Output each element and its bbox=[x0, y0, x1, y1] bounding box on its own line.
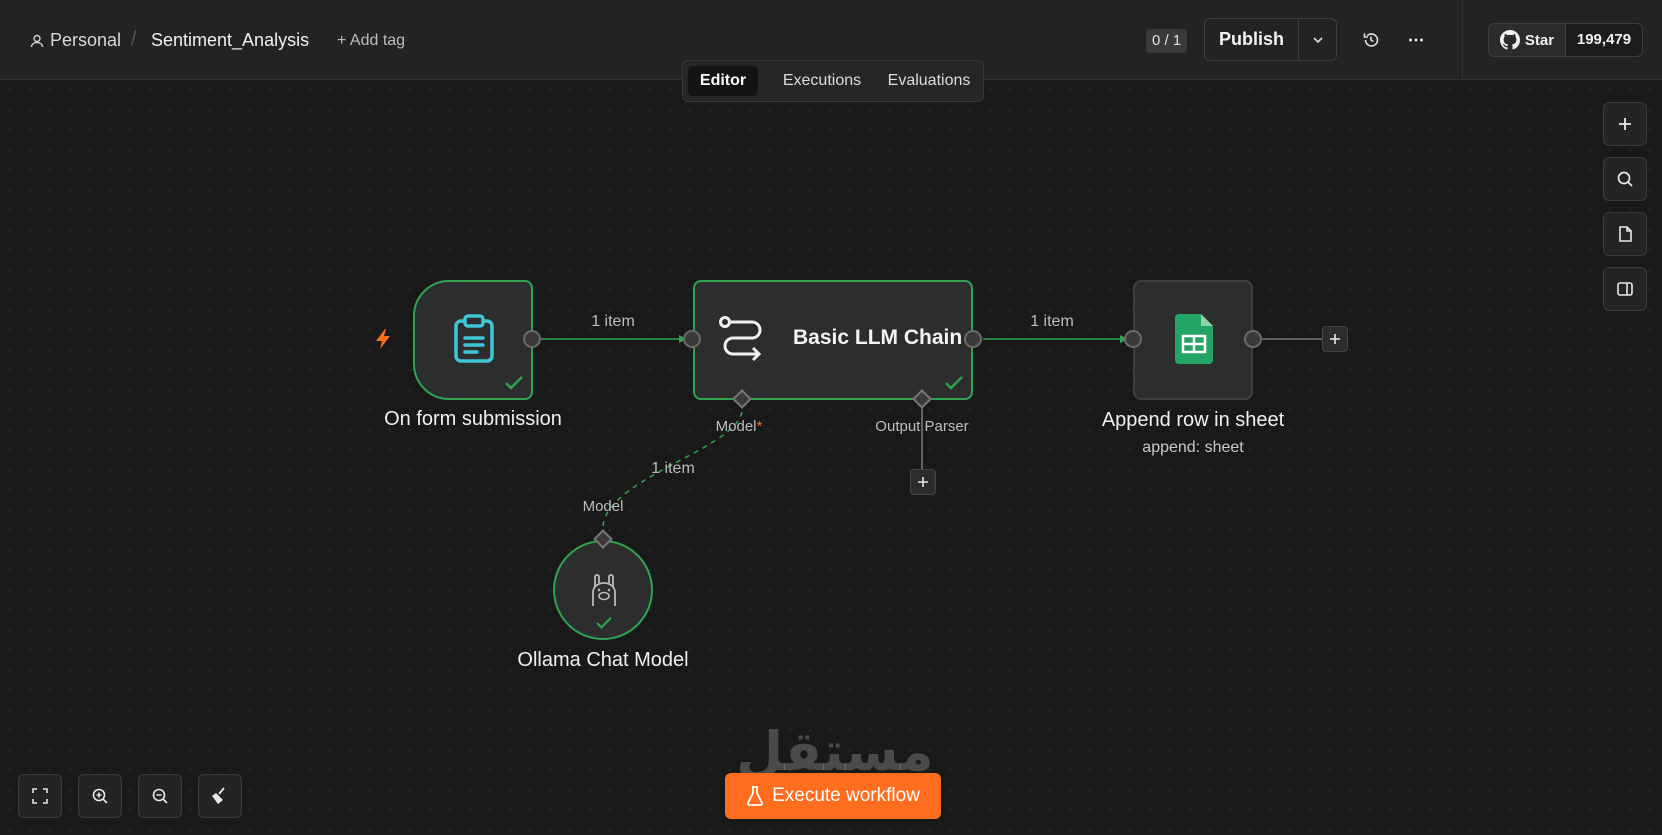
zoom-in-button[interactable] bbox=[78, 774, 122, 818]
add-node-button[interactable] bbox=[1603, 102, 1647, 146]
chain-output-parser-label: Output Parser bbox=[875, 418, 969, 435]
chevron-down-icon bbox=[1311, 33, 1325, 47]
history-icon bbox=[1362, 31, 1380, 49]
tab-editor[interactable]: Editor bbox=[688, 66, 758, 96]
zoom-in-icon bbox=[91, 787, 109, 805]
search-nodes-button[interactable] bbox=[1603, 157, 1647, 201]
add-output-parser-button[interactable] bbox=[910, 469, 936, 495]
plus-icon bbox=[1329, 333, 1341, 345]
success-check-icon bbox=[595, 616, 613, 630]
github-star-group: Star 199,479 bbox=[1488, 23, 1643, 57]
fullscreen-icon bbox=[31, 787, 49, 805]
zoom-out-button[interactable] bbox=[138, 774, 182, 818]
plus-icon bbox=[917, 476, 929, 488]
llm-chain-label: Basic LLM Chain bbox=[793, 326, 963, 349]
flask-icon bbox=[746, 786, 764, 806]
search-icon bbox=[1616, 170, 1634, 188]
form-clipboard-icon bbox=[452, 313, 496, 365]
fit-view-button[interactable] bbox=[18, 774, 62, 818]
execute-workflow-button[interactable]: Execute workflow bbox=[725, 773, 941, 819]
model-to-chain-count: 1 item bbox=[651, 460, 695, 477]
breadcrumb-separator: / bbox=[131, 28, 137, 50]
sheets-label: Append row in sheet bbox=[1101, 409, 1285, 431]
view-tabs: Editor Executions Evaluations bbox=[682, 60, 984, 102]
workflow-name[interactable]: Sentiment_Analysis bbox=[151, 30, 309, 51]
chain-output-port[interactable] bbox=[964, 330, 982, 348]
chain-link-icon bbox=[718, 313, 768, 365]
add-next-node-button[interactable] bbox=[1322, 326, 1348, 352]
broom-icon bbox=[210, 786, 230, 806]
model-port-text: Model bbox=[715, 418, 757, 435]
publish-dropdown-button[interactable] bbox=[1299, 19, 1336, 60]
required-asterisk: * bbox=[756, 418, 763, 435]
github-star-button[interactable]: Star bbox=[1489, 24, 1566, 56]
chain-input-port[interactable] bbox=[683, 330, 701, 348]
sheets-output-port[interactable] bbox=[1244, 330, 1262, 348]
sticky-note-icon bbox=[1616, 225, 1634, 243]
chain-to-sheet-count: 1 item bbox=[1030, 313, 1074, 330]
llama-icon bbox=[588, 572, 620, 608]
execute-workflow-label: Execute workflow bbox=[772, 785, 920, 806]
history-button[interactable] bbox=[1359, 28, 1383, 52]
ollama-model-port-label: Model bbox=[582, 498, 624, 515]
form-to-chain-count: 1 item bbox=[591, 313, 635, 330]
tidy-up-button[interactable] bbox=[198, 774, 242, 818]
success-check-icon bbox=[944, 375, 964, 391]
node-llm-chain[interactable]: Basic LLM Chain bbox=[693, 280, 973, 400]
form-trigger-label: On form submission bbox=[384, 408, 562, 430]
tab-evaluations[interactable]: Evaluations bbox=[878, 66, 980, 96]
workflow-name-label: Sentiment_Analysis bbox=[151, 30, 310, 50]
breadcrumb-project[interactable]: Personal bbox=[30, 30, 121, 51]
publish-button[interactable]: Publish bbox=[1205, 19, 1299, 60]
github-star-count[interactable]: 199,479 bbox=[1566, 24, 1642, 56]
add-sticky-note-button[interactable] bbox=[1603, 212, 1647, 256]
connections-layer bbox=[541, 335, 1322, 531]
google-sheets-icon bbox=[1175, 314, 1213, 364]
chain-model-port-label: Model* bbox=[716, 418, 763, 435]
node-sheets[interactable] bbox=[1133, 280, 1253, 400]
user-icon bbox=[30, 34, 44, 48]
header-divider bbox=[1462, 0, 1463, 80]
sheets-subtitle: append: sheet bbox=[1142, 439, 1244, 456]
ollama-label: Ollama Chat Model bbox=[517, 649, 689, 671]
success-check-icon bbox=[504, 375, 524, 391]
publish-group: Publish bbox=[1204, 18, 1337, 61]
add-tag-button[interactable]: + Add tag bbox=[337, 32, 405, 50]
sheets-input-port[interactable] bbox=[1124, 330, 1142, 348]
github-star-label: Star bbox=[1524, 31, 1555, 49]
zoom-out-icon bbox=[151, 787, 169, 805]
trigger-bolt-icon bbox=[373, 328, 393, 350]
github-icon bbox=[1499, 30, 1520, 50]
tab-executions[interactable]: Executions bbox=[769, 66, 875, 96]
plus-icon bbox=[1616, 115, 1634, 133]
breadcrumb-project-label: Personal bbox=[50, 30, 122, 50]
version-counter: 0 / 1 bbox=[1146, 29, 1188, 53]
form-output-port[interactable] bbox=[523, 330, 541, 348]
node-ollama[interactable] bbox=[553, 540, 653, 640]
ellipsis-icon bbox=[1407, 31, 1425, 49]
node-form-trigger[interactable] bbox=[413, 280, 533, 400]
toggle-panel-button[interactable] bbox=[1603, 267, 1647, 311]
side-panel-icon bbox=[1616, 280, 1634, 298]
more-options-button[interactable] bbox=[1404, 28, 1428, 52]
